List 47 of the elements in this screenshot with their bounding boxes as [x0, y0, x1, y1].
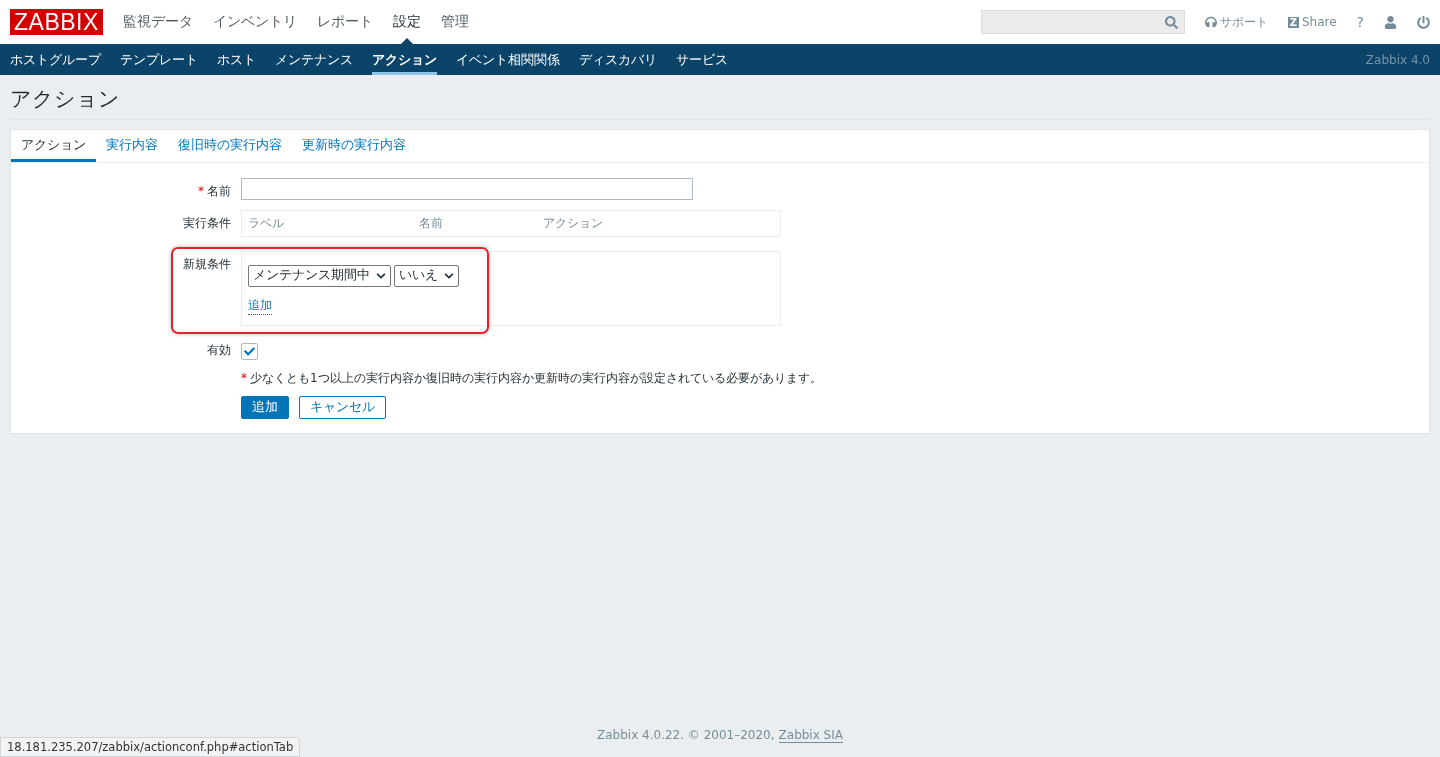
headset-icon[interactable]: [1204, 16, 1217, 28]
check-icon: [244, 346, 255, 357]
search-field[interactable]: [980, 10, 1185, 34]
menu-item[interactable]: レポート: [316, 13, 373, 31]
column-header: ラベル: [247, 215, 285, 232]
version-label: Zabbix 4.0: [1365, 52, 1430, 67]
cancel-button[interactable]: キャンセル: [299, 396, 386, 419]
conditions-label: 実行条件: [182, 215, 231, 232]
share-link[interactable]: Share: [1301, 15, 1337, 29]
menu-item[interactable]: 監視データ: [122, 13, 193, 31]
enabled-checkbox[interactable]: [241, 343, 258, 360]
column-header: アクション: [542, 215, 604, 232]
search-icon: [1164, 15, 1178, 29]
nav-item[interactable]: ホストグループ: [10, 44, 101, 75]
power-icon[interactable]: [1417, 15, 1430, 29]
tab[interactable]: 復旧時の実行内容: [168, 130, 292, 162]
new-condition-label: 新規条件: [182, 256, 231, 273]
nav-item[interactable]: テンプレート: [120, 44, 198, 75]
tab[interactable]: 更新時の実行内容: [292, 130, 416, 162]
name-label: * 名前: [197, 183, 231, 200]
operator-select[interactable]: いいえ: [394, 264, 459, 287]
add-button[interactable]: 追加: [241, 396, 289, 419]
tab[interactable]: 実行内容: [96, 130, 168, 162]
menu-item[interactable]: インベントリ: [212, 13, 297, 31]
help-link[interactable]: ?: [1356, 14, 1364, 30]
nav-item[interactable]: ディスカバリ: [579, 44, 657, 75]
page-title: アクション: [10, 85, 1430, 120]
nav-item[interactable]: イベント相関関係: [456, 44, 560, 75]
name-field[interactable]: [241, 178, 693, 200]
nav-item[interactable]: サービス: [676, 44, 728, 75]
status-url: 18.181.235.207/zabbix/actionconf.php#actionTab: [0, 737, 301, 757]
chevron-down-icon: [444, 270, 454, 281]
required-note: * 少なくとも1つ以上の実行内容か復旧時の実行内容か更新時の実行内容が設定されている必要があります。: [241, 370, 823, 387]
chevron-down-icon: [376, 270, 386, 281]
condition-type-select[interactable]: メンテナンス期間中: [248, 264, 391, 287]
add-link[interactable]: 追加: [248, 296, 272, 315]
tab[interactable]: アクション: [11, 130, 96, 162]
nav-item[interactable]: メンテナンス: [275, 44, 353, 75]
user-icon[interactable]: [1384, 15, 1397, 29]
logo[interactable]: ZABBIX: [10, 9, 103, 35]
column-header: 名前: [418, 215, 444, 232]
nav-item[interactable]: アクション: [372, 44, 437, 75]
menu-item[interactable]: 管理: [440, 13, 469, 31]
enabled-label: 有効: [206, 342, 231, 359]
copyright-text: Zabbix 4.0.22. © 2001–2020,: [597, 728, 775, 743]
support-link[interactable]: サポート: [1219, 13, 1268, 31]
nav-item[interactable]: ホスト: [217, 44, 256, 75]
